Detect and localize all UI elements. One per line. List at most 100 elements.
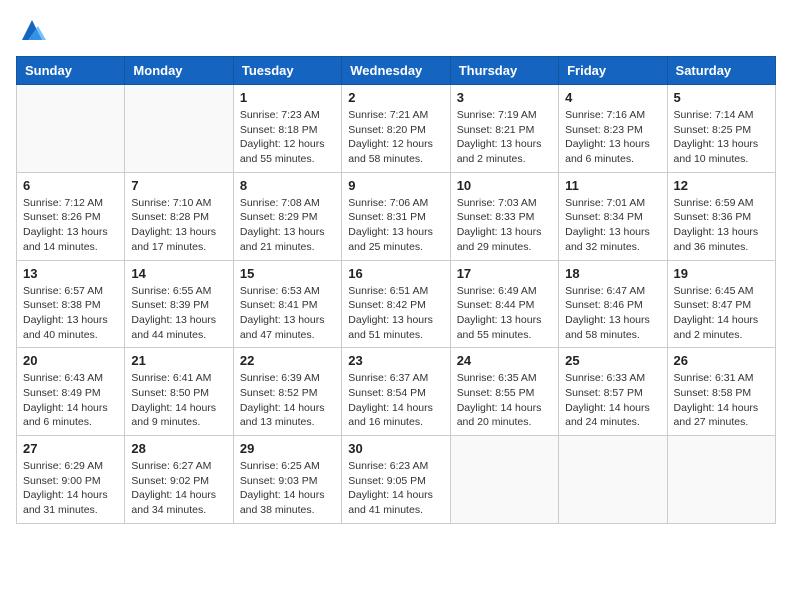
day-info: Sunrise: 6:29 AMSunset: 9:00 PMDaylight:… (23, 459, 118, 518)
calendar-week-row: 13Sunrise: 6:57 AMSunset: 8:38 PMDayligh… (17, 260, 776, 348)
calendar-cell (17, 85, 125, 173)
day-info: Sunrise: 7:08 AMSunset: 8:29 PMDaylight:… (240, 196, 335, 255)
day-info: Sunrise: 6:45 AMSunset: 8:47 PMDaylight:… (674, 284, 769, 343)
calendar-cell (450, 436, 558, 524)
day-number: 20 (23, 353, 118, 368)
day-info: Sunrise: 6:47 AMSunset: 8:46 PMDaylight:… (565, 284, 660, 343)
calendar-cell: 30 Sunrise: 6:23 AMSunset: 9:05 PMDayligh… (342, 436, 450, 524)
day-info: Sunrise: 6:43 AMSunset: 8:49 PMDaylight:… (23, 371, 118, 430)
calendar-cell: 10 Sunrise: 7:03 AMSunset: 8:33 PMDayligh… (450, 172, 558, 260)
calendar-cell: 11 Sunrise: 7:01 AMSunset: 8:34 PMDayligh… (559, 172, 667, 260)
calendar-week-row: 6 Sunrise: 7:12 AMSunset: 8:26 PMDaylight… (17, 172, 776, 260)
calendar-cell: 19 Sunrise: 6:45 AMSunset: 8:47 PMDayligh… (667, 260, 775, 348)
day-info: Sunrise: 6:39 AMSunset: 8:52 PMDaylight:… (240, 371, 335, 430)
calendar-week-row: 27 Sunrise: 6:29 AMSunset: 9:00 PMDayligh… (17, 436, 776, 524)
calendar-cell: 1Sunrise: 7:23 AMSunset: 8:18 PMDaylight… (233, 85, 341, 173)
calendar-table: SundayMondayTuesdayWednesdayThursdayFrid… (16, 56, 776, 524)
logo-icon (18, 16, 46, 44)
day-info: Sunrise: 7:06 AMSunset: 8:31 PMDaylight:… (348, 196, 443, 255)
day-number: 8 (240, 178, 335, 193)
calendar-cell: 27 Sunrise: 6:29 AMSunset: 9:00 PMDayligh… (17, 436, 125, 524)
day-number: 29 (240, 441, 335, 456)
day-number: 28 (131, 441, 226, 456)
day-number: 23 (348, 353, 443, 368)
day-number: 19 (674, 266, 769, 281)
column-header-friday: Friday (559, 57, 667, 85)
calendar-cell: 7Sunrise: 7:10 AMSunset: 8:28 PMDaylight… (125, 172, 233, 260)
day-number: 27 (23, 441, 118, 456)
day-info: Sunrise: 6:33 AMSunset: 8:57 PMDaylight:… (565, 371, 660, 430)
calendar-cell: 12 Sunrise: 6:59 AMSunset: 8:36 PMDayligh… (667, 172, 775, 260)
day-number: 30 (348, 441, 443, 456)
day-number: 26 (674, 353, 769, 368)
column-header-saturday: Saturday (667, 57, 775, 85)
day-info: Sunrise: 6:23 AMSunset: 9:05 PMDaylight:… (348, 459, 443, 518)
day-number: 2 (348, 90, 443, 105)
day-number: 22 (240, 353, 335, 368)
day-number: 21 (131, 353, 226, 368)
calendar-cell: 4 Sunrise: 7:16 AMSunset: 8:23 PMDaylight… (559, 85, 667, 173)
calendar-week-row: 20 Sunrise: 6:43 AMSunset: 8:49 PMDayligh… (17, 348, 776, 436)
calendar-header-row: SundayMondayTuesdayWednesdayThursdayFrid… (17, 57, 776, 85)
calendar-cell (667, 436, 775, 524)
day-info: Sunrise: 6:55 AMSunset: 8:39 PMDaylight:… (131, 284, 226, 343)
day-number: 14 (131, 266, 226, 281)
day-info: Sunrise: 7:14 AMSunset: 8:25 PMDaylight:… (674, 108, 769, 167)
calendar-cell: 29Sunrise: 6:25 AMSunset: 9:03 PMDayligh… (233, 436, 341, 524)
day-number: 6 (23, 178, 118, 193)
day-info: Sunrise: 7:19 AMSunset: 8:21 PMDaylight:… (457, 108, 552, 167)
calendar-cell: 16Sunrise: 6:51 AMSunset: 8:42 PMDayligh… (342, 260, 450, 348)
calendar-cell: 20 Sunrise: 6:43 AMSunset: 8:49 PMDayligh… (17, 348, 125, 436)
day-number: 4 (565, 90, 660, 105)
day-info: Sunrise: 6:35 AMSunset: 8:55 PMDaylight:… (457, 371, 552, 430)
column-header-wednesday: Wednesday (342, 57, 450, 85)
day-info: Sunrise: 6:27 AMSunset: 9:02 PMDaylight:… (131, 459, 226, 518)
day-number: 15 (240, 266, 335, 281)
day-number: 24 (457, 353, 552, 368)
day-info: Sunrise: 6:41 AMSunset: 8:50 PMDaylight:… (131, 371, 226, 430)
day-number: 13 (23, 266, 118, 281)
calendar-cell: 15 Sunrise: 6:53 AMSunset: 8:41 PMDayligh… (233, 260, 341, 348)
column-header-tuesday: Tuesday (233, 57, 341, 85)
day-info: Sunrise: 7:12 AMSunset: 8:26 PMDaylight:… (23, 196, 118, 255)
day-info: Sunrise: 6:59 AMSunset: 8:36 PMDaylight:… (674, 196, 769, 255)
day-info: Sunrise: 7:01 AMSunset: 8:34 PMDaylight:… (565, 196, 660, 255)
calendar-cell: 17 Sunrise: 6:49 AMSunset: 8:44 PMDayligh… (450, 260, 558, 348)
calendar-cell: 28 Sunrise: 6:27 AMSunset: 9:02 PMDayligh… (125, 436, 233, 524)
calendar-cell: 25Sunrise: 6:33 AMSunset: 8:57 PMDayligh… (559, 348, 667, 436)
day-info: Sunrise: 7:10 AMSunset: 8:28 PMDaylight:… (131, 196, 226, 255)
calendar-cell (559, 436, 667, 524)
day-number: 11 (565, 178, 660, 193)
calendar-cell: 23 Sunrise: 6:37 AMSunset: 8:54 PMDayligh… (342, 348, 450, 436)
calendar-cell: 2 Sunrise: 7:21 AMSunset: 8:20 PMDaylight… (342, 85, 450, 173)
day-info: Sunrise: 7:21 AMSunset: 8:20 PMDaylight:… (348, 108, 443, 167)
logo (16, 16, 46, 44)
day-number: 18 (565, 266, 660, 281)
calendar-cell (125, 85, 233, 173)
day-number: 12 (674, 178, 769, 193)
day-info: Sunrise: 7:03 AMSunset: 8:33 PMDaylight:… (457, 196, 552, 255)
day-info: Sunrise: 6:51 AMSunset: 8:42 PMDaylight:… (348, 284, 443, 343)
day-number: 9 (348, 178, 443, 193)
calendar-cell: 22 Sunrise: 6:39 AMSunset: 8:52 PMDayligh… (233, 348, 341, 436)
calendar-cell: 14 Sunrise: 6:55 AMSunset: 8:39 PMDayligh… (125, 260, 233, 348)
day-info: Sunrise: 6:53 AMSunset: 8:41 PMDaylight:… (240, 284, 335, 343)
calendar-cell: 6 Sunrise: 7:12 AMSunset: 8:26 PMDaylight… (17, 172, 125, 260)
calendar-week-row: 1Sunrise: 7:23 AMSunset: 8:18 PMDaylight… (17, 85, 776, 173)
calendar-cell: 13Sunrise: 6:57 AMSunset: 8:38 PMDayligh… (17, 260, 125, 348)
day-info: Sunrise: 6:49 AMSunset: 8:44 PMDaylight:… (457, 284, 552, 343)
day-info: Sunrise: 6:37 AMSunset: 8:54 PMDaylight:… (348, 371, 443, 430)
calendar-cell: 8 Sunrise: 7:08 AMSunset: 8:29 PMDaylight… (233, 172, 341, 260)
calendar-cell: 21 Sunrise: 6:41 AMSunset: 8:50 PMDayligh… (125, 348, 233, 436)
column-header-monday: Monday (125, 57, 233, 85)
day-info: Sunrise: 7:16 AMSunset: 8:23 PMDaylight:… (565, 108, 660, 167)
day-info: Sunrise: 7:23 AMSunset: 8:18 PMDaylight:… (240, 108, 335, 167)
page-header (16, 16, 776, 44)
calendar-cell: 5 Sunrise: 7:14 AMSunset: 8:25 PMDaylight… (667, 85, 775, 173)
calendar-cell: 26 Sunrise: 6:31 AMSunset: 8:58 PMDayligh… (667, 348, 775, 436)
day-number: 5 (674, 90, 769, 105)
calendar-cell: 9 Sunrise: 7:06 AMSunset: 8:31 PMDaylight… (342, 172, 450, 260)
day-number: 17 (457, 266, 552, 281)
day-number: 10 (457, 178, 552, 193)
day-info: Sunrise: 6:31 AMSunset: 8:58 PMDaylight:… (674, 371, 769, 430)
